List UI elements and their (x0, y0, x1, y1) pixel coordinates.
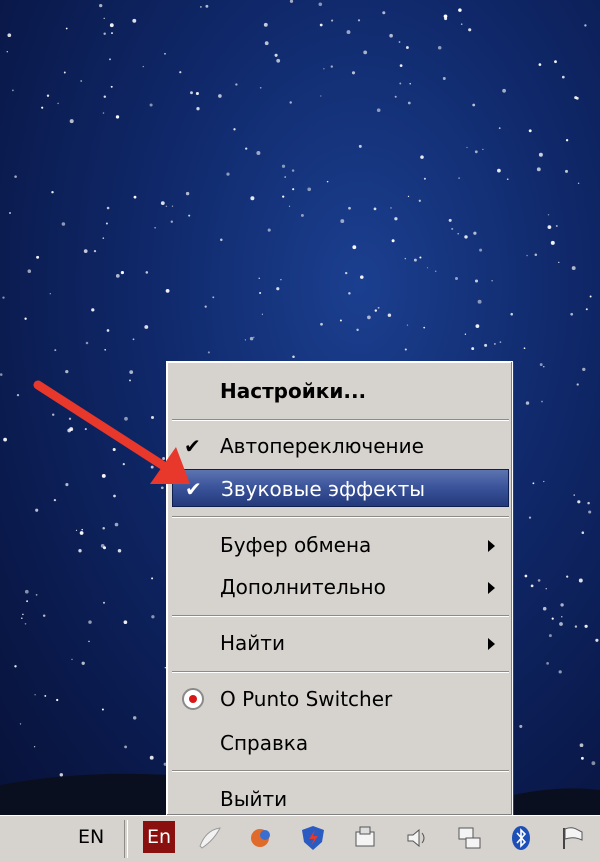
annotation-arrow (33, 380, 190, 484)
